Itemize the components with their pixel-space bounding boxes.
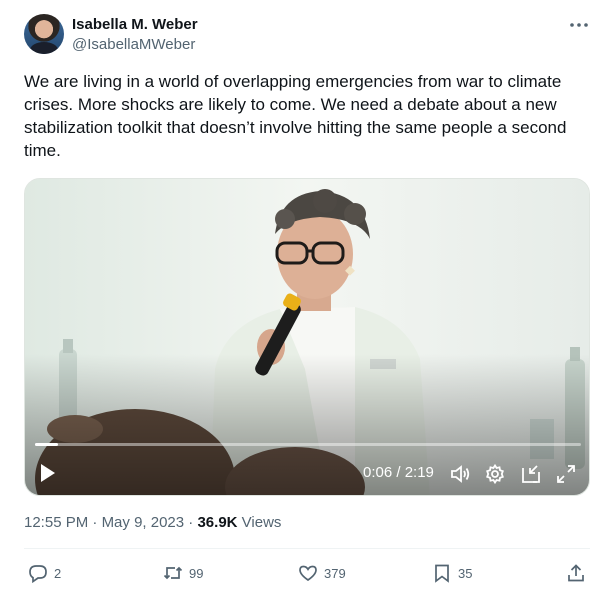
tweet-date[interactable]: May 9, 2023 <box>102 514 185 531</box>
tweet-text: We are living in a world of overlapping … <box>24 72 567 160</box>
bookmark-icon <box>435 564 449 583</box>
tweet-meta: 12:55 PM · May 9, 2023 · 36.9K Views <box>24 514 282 531</box>
video-frame <box>25 179 589 495</box>
views-count: 36.9K <box>197 514 238 531</box>
fullscreen-icon[interactable] <box>555 463 577 485</box>
video-time: 0:06 / 2:19 <box>363 464 434 481</box>
volume-icon[interactable] <box>449 463 471 485</box>
views-label: Views <box>241 514 282 531</box>
reply-count: 2 <box>54 565 62 581</box>
settings-gear-icon[interactable] <box>484 463 506 485</box>
bookmark-button[interactable]: 35 <box>432 562 472 584</box>
divider <box>24 548 590 549</box>
like-count: 379 <box>324 565 346 581</box>
share-icon <box>568 564 584 582</box>
repost-count: 99 <box>189 565 204 581</box>
ellipsis-icon[interactable] <box>568 16 590 34</box>
picture-in-picture-icon[interactable] <box>520 463 542 485</box>
like-button[interactable]: 379 <box>298 562 346 584</box>
heart-icon <box>299 565 317 582</box>
repost-button[interactable]: 99 <box>163 562 203 584</box>
reply-icon <box>29 565 47 583</box>
video-progress-bar[interactable] <box>35 443 581 446</box>
bookmark-count: 35 <box>458 565 473 581</box>
play-icon[interactable] <box>39 463 57 483</box>
reply-button[interactable]: 2 <box>28 562 61 584</box>
tweet-card: Isabella M. Weber @IsabellaMWeber We are… <box>0 0 604 590</box>
repost-icon <box>163 566 183 580</box>
share-button[interactable] <box>566 562 586 584</box>
tweet-time[interactable]: 12:55 PM <box>24 514 88 531</box>
video-player[interactable]: 0:06 / 2:19 <box>24 178 590 496</box>
author-name[interactable]: Isabella M. Weber <box>72 16 198 33</box>
avatar[interactable] <box>24 14 64 54</box>
author-handle[interactable]: @IsabellaMWeber <box>72 36 195 53</box>
video-progress-fill <box>35 443 59 446</box>
